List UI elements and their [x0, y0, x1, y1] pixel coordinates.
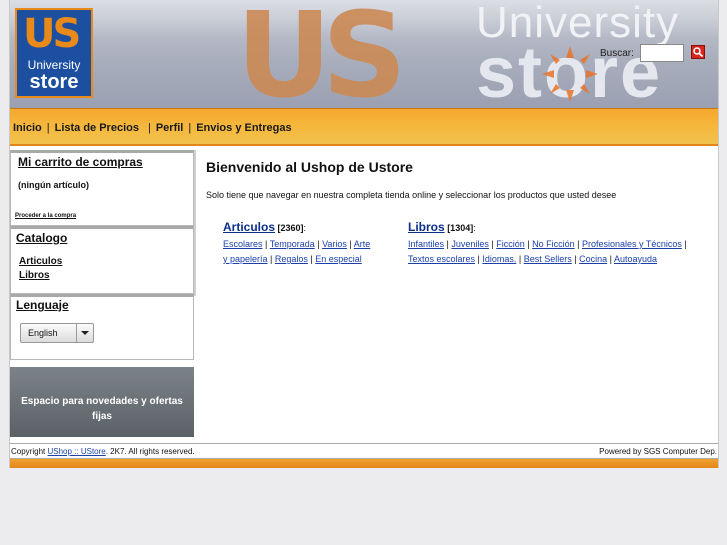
subcategory-link[interactable]: Escolares — [223, 239, 263, 249]
main-nav: Inicio | Lista de Precios | Perfil | Envios y … — [10, 108, 718, 146]
category-title-libros[interactable]: Libros — [408, 220, 445, 234]
language-title: Lenguaje — [16, 298, 69, 312]
subcategory-link[interactable]: Juveniles — [451, 239, 489, 249]
search-button[interactable] — [691, 45, 705, 59]
sidebar-divider — [194, 150, 196, 296]
nav-separator: | — [46, 122, 50, 134]
catalog-title[interactable]: Catalogo — [16, 231, 67, 245]
logo-us-mark: US — [23, 11, 81, 57]
checkout-link[interactable]: Proceder a la compra — [15, 213, 76, 219]
promo-box: Espacio para novedades y ofertas fijas — [10, 367, 194, 437]
language-select[interactable]: English — [20, 323, 94, 343]
subcategory-list: Infantiles | Juveniles | Ficción | No Fi… — [408, 239, 687, 264]
nav-item-perfil[interactable]: Perfil — [156, 122, 184, 134]
catalog-box: Catalogo Articulos Libros — [10, 226, 194, 294]
subcategory-link[interactable]: Idiomas. — [482, 254, 516, 264]
search-label: Buscar: — [600, 48, 634, 59]
nav-item-lista-de-precios[interactable]: Lista de Precios — [55, 122, 139, 134]
nav-separator: | — [147, 122, 151, 134]
logo-line-store: store — [29, 71, 79, 93]
page-title: Bienvenido al Ushop de Ustore — [206, 159, 413, 175]
copyright-text: Copyright UShop :: UStore. 2K7. All righ… — [11, 447, 195, 456]
subcategory-link[interactable]: Varios — [322, 239, 347, 249]
category-libros: Libros [1304]: Infantiles | Juveniles | … — [408, 220, 690, 267]
category-count: [2360] — [277, 223, 304, 233]
copyright-prefix: Copyright — [11, 447, 46, 456]
catalog-item-libros[interactable]: Libros — [19, 270, 50, 281]
category-count: [1304] — [447, 223, 474, 233]
cart-box: Mi carrito de compras (ningún artículo) … — [10, 150, 194, 226]
powered-by-text: Powered by SGS Computer Dep. — [599, 447, 717, 456]
site-footer: Copyright UShop :: UStore. 2K7. All righ… — [10, 443, 718, 459]
subcategory-link[interactable]: Best Sellers — [524, 254, 572, 264]
logo-line-university: University — [27, 58, 81, 72]
promo-line-2: fijas — [91, 411, 112, 422]
chevron-down-icon[interactable] — [76, 324, 93, 342]
copyright-link[interactable]: UShop :: UStore — [47, 447, 105, 456]
copyright-suffix: . 2K7. All rights reserved. — [105, 447, 195, 456]
subcategory-link[interactable]: Autoayuda — [614, 254, 657, 264]
subcategory-link[interactable]: Textos escolares — [408, 254, 475, 264]
cart-empty-text: (ningún artículo) — [18, 180, 89, 190]
language-selected-value: English — [28, 328, 58, 338]
nav-item-envios[interactable]: Envios y Entregas — [196, 122, 291, 134]
site-header: US University store US University store … — [10, 0, 718, 108]
sidebar: Mi carrito de compras (ningún artículo) … — [10, 150, 194, 437]
category-articulos: Articulos [2360]: Escolares | Temporada … — [223, 220, 373, 267]
subcategory-link[interactable]: Ficción — [496, 239, 525, 249]
subcategory-link[interactable]: En especial — [315, 254, 362, 264]
nav-separator: | — [188, 122, 192, 134]
catalog-item-articulos[interactable]: Articulos — [19, 256, 62, 267]
language-box: Lenguaje English — [10, 294, 194, 360]
search-icon — [693, 47, 704, 58]
subcategory-link[interactable]: Infantiles — [408, 239, 444, 249]
subcategory-list: Escolares | Temporada | Varios | Arte y … — [223, 239, 371, 264]
banner-us-graphic: US — [236, 0, 407, 108]
intro-text: Solo tiene que navegar en nuestra comple… — [206, 190, 617, 200]
site-logo[interactable]: US University store — [15, 8, 93, 98]
subcategory-link[interactable]: Regalos — [275, 254, 308, 264]
promo-line-1: Espacio para novedades y ofertas — [21, 396, 183, 407]
subcategory-link[interactable]: No Ficción — [532, 239, 575, 249]
category-title-articulos[interactable]: Articulos — [223, 220, 275, 234]
footer-orange-bar — [10, 459, 718, 468]
search-input[interactable] — [640, 44, 684, 62]
promo-text: Espacio para novedades y ofertas fijas — [10, 394, 194, 424]
subcategory-link[interactable]: Temporada — [270, 239, 315, 249]
star-ring-icon — [542, 46, 598, 102]
subcategory-link[interactable]: Cocina — [579, 254, 607, 264]
cart-title[interactable]: Mi carrito de compras — [18, 155, 143, 169]
subcategory-link[interactable]: Profesionales y Técnicos — [582, 239, 682, 249]
nav-item-inicio[interactable]: Inicio — [13, 122, 42, 134]
page-frame: US University store US University store … — [9, 0, 719, 468]
